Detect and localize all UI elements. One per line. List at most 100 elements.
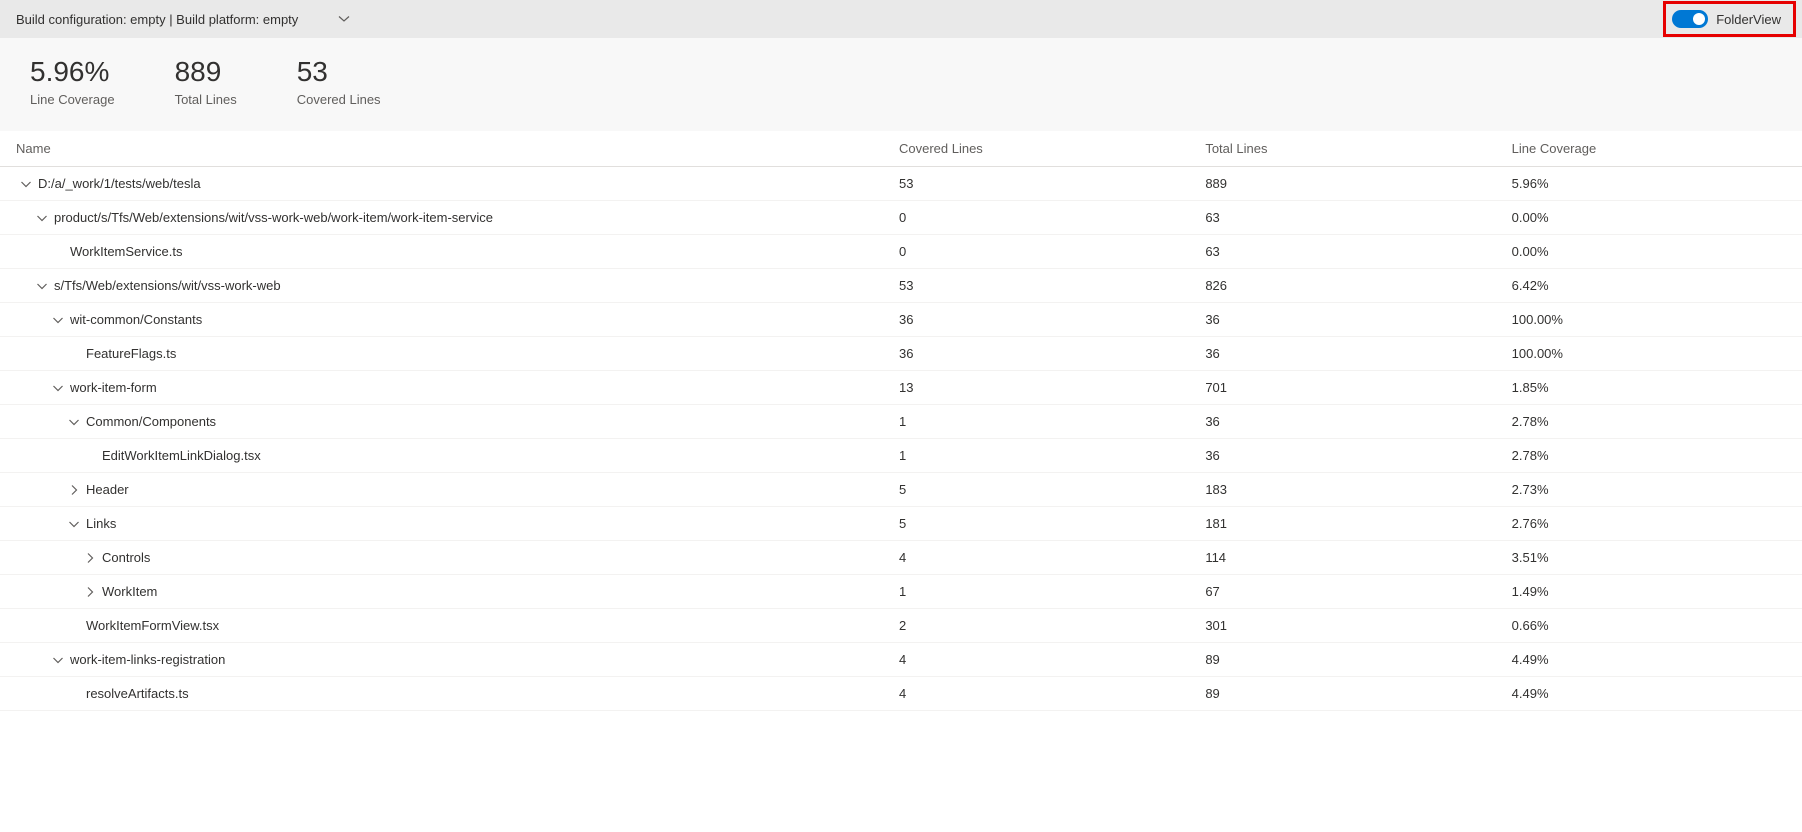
summary-bar: 5.96% Line Coverage 889 Total Lines 53 C… [0, 38, 1802, 131]
table-header-row: Name Covered Lines Total Lines Line Cove… [0, 131, 1802, 167]
build-config-dropdown[interactable]: Build configuration: empty | Build platf… [16, 12, 350, 27]
row-name: product/s/Tfs/Web/extensions/wit/vss-wor… [54, 210, 493, 225]
row-name: Links [86, 516, 116, 531]
row-line-coverage: 4.49% [1496, 677, 1802, 711]
chevron-down-icon[interactable] [68, 518, 80, 530]
table-row[interactable]: product/s/Tfs/Web/extensions/wit/vss-wor… [0, 201, 1802, 235]
table-row[interactable]: Header 51832.73% [0, 473, 1802, 507]
row-line-coverage: 3.51% [1496, 541, 1802, 575]
row-total-lines: 183 [1189, 473, 1495, 507]
row-name: work-item-links-registration [70, 652, 225, 667]
row-total-lines: 701 [1189, 371, 1495, 405]
tree-spacer [84, 450, 96, 462]
table-row[interactable]: WorkItemFormView.tsx23010.66% [0, 609, 1802, 643]
row-covered-lines: 2 [883, 609, 1189, 643]
tree-spacer [68, 348, 80, 360]
tree-spacer [68, 620, 80, 632]
row-line-coverage: 1.49% [1496, 575, 1802, 609]
table-row[interactable]: D:/a/_work/1/tests/web/tesla 538895.96% [0, 167, 1802, 201]
table-row[interactable]: work-item-form 137011.85% [0, 371, 1802, 405]
row-name: EditWorkItemLinkDialog.tsx [102, 448, 261, 463]
tree-spacer [68, 688, 80, 700]
chevron-right-icon[interactable] [84, 586, 96, 598]
row-total-lines: 89 [1189, 677, 1495, 711]
row-name: Common/Components [86, 414, 216, 429]
table-row[interactable]: work-item-links-registration 4894.49% [0, 643, 1802, 677]
row-covered-lines: 5 [883, 507, 1189, 541]
row-line-coverage: 1.85% [1496, 371, 1802, 405]
row-name: s/Tfs/Web/extensions/wit/vss-work-web [54, 278, 281, 293]
summary-value: 53 [297, 56, 381, 88]
row-total-lines: 36 [1189, 303, 1495, 337]
summary-value: 889 [175, 56, 237, 88]
summary-label: Line Coverage [30, 92, 115, 107]
row-line-coverage: 2.76% [1496, 507, 1802, 541]
folder-view-toggle[interactable] [1672, 10, 1708, 28]
summary-covered-lines: 53 Covered Lines [297, 56, 381, 107]
row-line-coverage: 2.78% [1496, 405, 1802, 439]
row-name: wit-common/Constants [70, 312, 202, 327]
row-covered-lines: 36 [883, 303, 1189, 337]
table-row[interactable]: WorkItem 1671.49% [0, 575, 1802, 609]
row-line-coverage: 0.00% [1496, 201, 1802, 235]
col-header-coverage[interactable]: Line Coverage [1496, 131, 1802, 167]
chevron-right-icon[interactable] [84, 552, 96, 564]
chevron-right-icon[interactable] [68, 484, 80, 496]
row-line-coverage: 100.00% [1496, 303, 1802, 337]
table-row[interactable]: EditWorkItemLinkDialog.tsx1362.78% [0, 439, 1802, 473]
row-name: WorkItemFormView.tsx [86, 618, 219, 633]
row-line-coverage: 4.49% [1496, 643, 1802, 677]
row-line-coverage: 0.00% [1496, 235, 1802, 269]
table-row[interactable]: s/Tfs/Web/extensions/wit/vss-work-web538… [0, 269, 1802, 303]
row-line-coverage: 0.66% [1496, 609, 1802, 643]
col-header-name[interactable]: Name [0, 131, 883, 167]
row-covered-lines: 4 [883, 541, 1189, 575]
row-total-lines: 889 [1189, 167, 1495, 201]
row-covered-lines: 4 [883, 643, 1189, 677]
row-covered-lines: 1 [883, 575, 1189, 609]
row-covered-lines: 53 [883, 167, 1189, 201]
row-line-coverage: 2.73% [1496, 473, 1802, 507]
row-line-coverage: 6.42% [1496, 269, 1802, 303]
table-row[interactable]: Links 51812.76% [0, 507, 1802, 541]
row-name: work-item-form [70, 380, 157, 395]
row-covered-lines: 0 [883, 201, 1189, 235]
row-covered-lines: 1 [883, 439, 1189, 473]
row-covered-lines: 53 [883, 269, 1189, 303]
chevron-down-icon[interactable] [52, 654, 64, 666]
table-row[interactable]: Common/Components1362.78% [0, 405, 1802, 439]
row-name: D:/a/_work/1/tests/web/tesla [38, 176, 201, 191]
folder-view-toggle-container: FolderView [1663, 1, 1796, 37]
row-total-lines: 89 [1189, 643, 1495, 677]
row-total-lines: 114 [1189, 541, 1495, 575]
table-row[interactable]: wit-common/Constants3636100.00% [0, 303, 1802, 337]
table-row[interactable]: FeatureFlags.ts3636100.00% [0, 337, 1802, 371]
row-total-lines: 67 [1189, 575, 1495, 609]
chevron-down-icon[interactable] [36, 280, 48, 292]
chevron-down-icon[interactable] [52, 382, 64, 394]
chevron-down-icon[interactable] [36, 212, 48, 224]
row-covered-lines: 0 [883, 235, 1189, 269]
coverage-table: Name Covered Lines Total Lines Line Cove… [0, 131, 1802, 711]
row-name: Controls [102, 550, 150, 565]
row-covered-lines: 5 [883, 473, 1189, 507]
chevron-down-icon[interactable] [20, 178, 32, 190]
row-covered-lines: 13 [883, 371, 1189, 405]
summary-value: 5.96% [30, 56, 115, 88]
row-total-lines: 36 [1189, 439, 1495, 473]
table-row[interactable]: resolveArtifacts.ts4894.49% [0, 677, 1802, 711]
chevron-down-icon [338, 13, 350, 25]
chevron-down-icon[interactable] [68, 416, 80, 428]
topbar: Build configuration: empty | Build platf… [0, 0, 1802, 38]
row-line-coverage: 5.96% [1496, 167, 1802, 201]
summary-label: Total Lines [175, 92, 237, 107]
chevron-down-icon[interactable] [52, 314, 64, 326]
row-total-lines: 181 [1189, 507, 1495, 541]
table-row[interactable]: Controls 41143.51% [0, 541, 1802, 575]
row-total-lines: 36 [1189, 405, 1495, 439]
col-header-covered[interactable]: Covered Lines [883, 131, 1189, 167]
row-name: Header [86, 482, 129, 497]
table-row[interactable]: WorkItemService.ts0630.00% [0, 235, 1802, 269]
col-header-total[interactable]: Total Lines [1189, 131, 1495, 167]
row-name: WorkItem [102, 584, 157, 599]
